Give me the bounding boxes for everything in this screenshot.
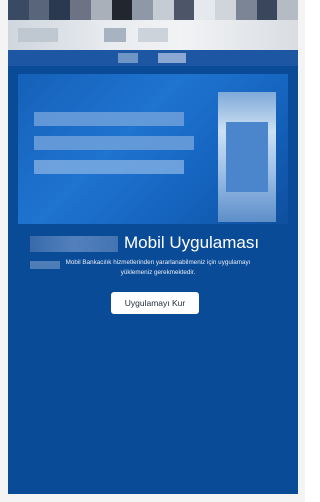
install-app-button[interactable]: Uygulamayı Kur: [111, 292, 199, 314]
install-message-line-2: yüklemeniz gerekmektedir.: [120, 269, 196, 276]
app-install-screen: Mobil Uygulaması Mobil Bankacılık hizmet…: [8, 66, 298, 494]
banner-blurred-row: [34, 136, 194, 150]
address-bar[interactable]: [8, 20, 298, 50]
site-header: [8, 50, 298, 66]
device-frame: Mobil Uygulaması Mobil Bankacılık hizmet…: [0, 0, 305, 502]
page-title: Mobil Uygulaması: [124, 233, 260, 252]
install-message-line-1: Mobil Bankacılık hizmetlerinden yararlan…: [65, 259, 251, 266]
install-message: Mobil Bankacılık hizmetlerinden yararlan…: [30, 258, 286, 278]
blurred-bank-logo: [30, 236, 118, 252]
promo-banner-image: [18, 74, 288, 224]
phone-screen: [226, 122, 268, 192]
banner-blurred-row: [34, 160, 184, 174]
phone-illustration: [218, 92, 276, 222]
banner-blurred-row: [34, 112, 184, 126]
status-bar: [8, 0, 298, 20]
